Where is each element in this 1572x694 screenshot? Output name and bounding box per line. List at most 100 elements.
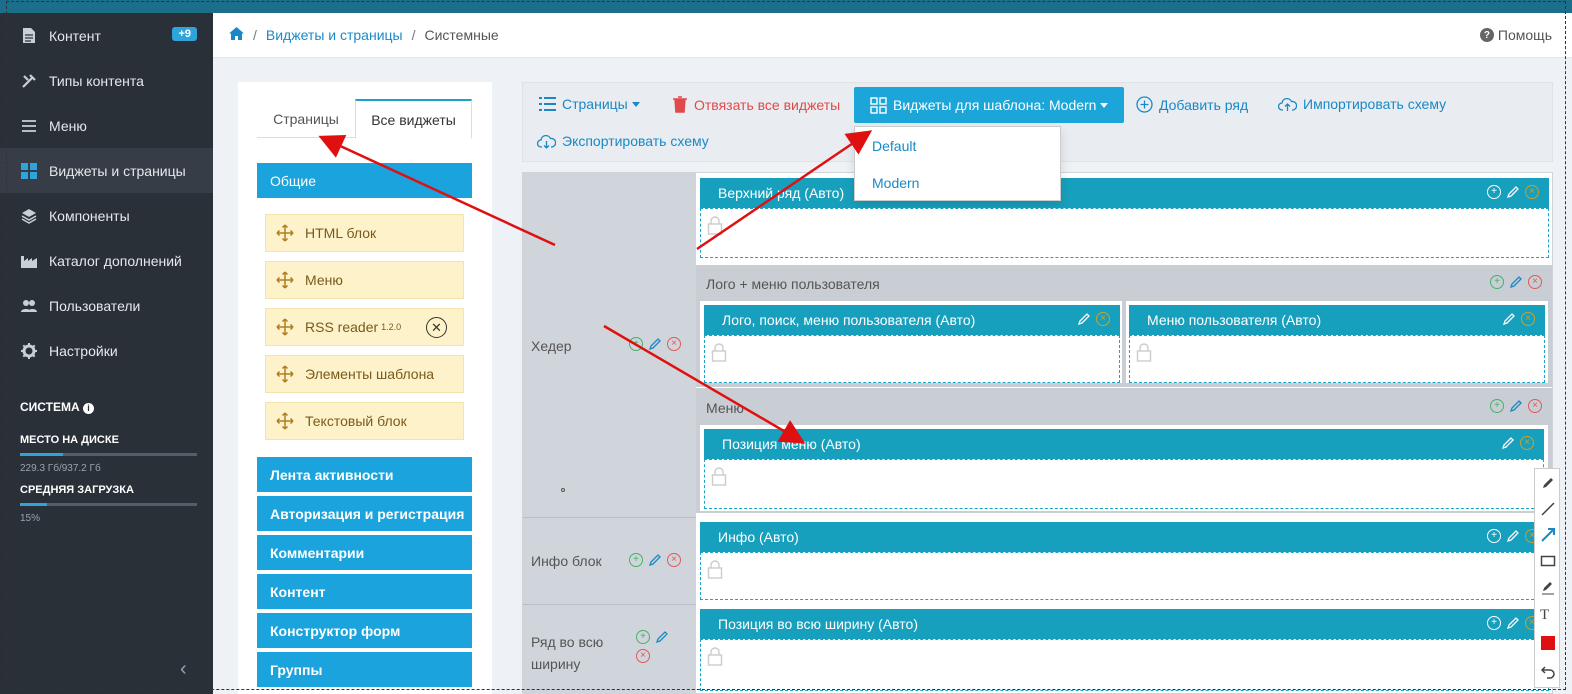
delete-icon[interactable]: ×: [1528, 399, 1542, 413]
collapse-sidebar-icon[interactable]: ‹: [180, 658, 187, 681]
widget-label: Элементы шаблона: [305, 366, 435, 382]
row-label: Инфо блок: [531, 553, 602, 569]
home-icon[interactable]: [229, 27, 244, 43]
edit-icon[interactable]: [655, 630, 669, 644]
widget-rss-reader[interactable]: RSS reader 1.2.0 ✕: [265, 308, 464, 346]
dot-marker: [561, 488, 565, 492]
edit-icon[interactable]: [1501, 436, 1515, 450]
unbind-all-button[interactable]: Отвязать все виджеты: [672, 96, 840, 113]
template-widgets-dropdown[interactable]: Виджеты для шаблона: Modern: [854, 87, 1125, 123]
category-activity-feed[interactable]: Лента активности: [257, 457, 472, 492]
hamburger-icon: [20, 117, 38, 135]
add-icon[interactable]: +: [1487, 185, 1501, 199]
lock-icon: [711, 342, 727, 362]
remove-icon[interactable]: ×: [1520, 436, 1534, 450]
category-groups[interactable]: Группы: [257, 652, 472, 687]
text-tool-icon[interactable]: T: [1540, 607, 1556, 623]
row-header-controls: + ×: [629, 337, 681, 351]
delete-icon[interactable]: ×: [667, 337, 681, 351]
color-picker-icon[interactable]: [1540, 635, 1556, 651]
section-controls: + ×: [1487, 616, 1539, 630]
marker-tool-icon[interactable]: [1540, 579, 1556, 595]
delete-icon[interactable]: ×: [1528, 275, 1542, 289]
dropzone-logo-search[interactable]: [704, 335, 1120, 383]
widget-template-elements[interactable]: Элементы шаблона: [265, 355, 464, 393]
edit-icon[interactable]: [1509, 275, 1523, 289]
pages-dropdown-button[interactable]: Страницы: [539, 96, 640, 112]
section-info: Инфо (Авто) + ×: [700, 522, 1549, 552]
sidebar-item-menu[interactable]: Меню: [0, 103, 213, 148]
row-header-label: Хедер + ×: [523, 173, 696, 518]
category-general[interactable]: Общие: [257, 163, 472, 198]
group-label: Меню: [706, 400, 744, 416]
edit-icon[interactable]: [1506, 529, 1520, 543]
add-icon[interactable]: +: [1487, 616, 1501, 630]
dropzone-top-row[interactable]: [700, 208, 1549, 258]
category-comments[interactable]: Комментарии: [257, 535, 472, 570]
dropzone-menu-position[interactable]: [704, 459, 1544, 509]
sidebar-item-label: Типы контента: [49, 72, 144, 89]
add-row-button[interactable]: Добавить ряд: [1136, 96, 1248, 113]
edit-icon[interactable]: [1506, 185, 1520, 199]
undo-icon[interactable]: [1540, 663, 1556, 679]
category-form-builder[interactable]: Конструктор форм: [257, 613, 472, 648]
dropzone-fullwidth[interactable]: [700, 639, 1549, 691]
dropzone-user-menu[interactable]: [1129, 335, 1545, 383]
add-icon[interactable]: +: [1490, 399, 1504, 413]
breadcrumb-widgets-pages[interactable]: Виджеты и страницы: [266, 27, 403, 43]
disk-label: МЕСТО НА ДИСКЕ: [20, 434, 119, 446]
layers-icon: [20, 207, 38, 225]
line-tool-icon[interactable]: [1540, 501, 1556, 517]
import-scheme-button[interactable]: Импортировать схему: [1278, 96, 1446, 112]
dropzone-info[interactable]: [700, 552, 1549, 600]
sidebar-item-components[interactable]: Компоненты: [0, 193, 213, 238]
pen-tool-icon[interactable]: [1540, 475, 1556, 491]
grid-icon: [20, 162, 38, 180]
remove-icon[interactable]: ×: [1521, 312, 1535, 326]
category-content[interactable]: Контент: [257, 574, 472, 609]
add-icon[interactable]: +: [1487, 529, 1501, 543]
add-icon[interactable]: +: [629, 337, 643, 351]
remove-icon[interactable]: ×: [1525, 185, 1539, 199]
sidebar-item-settings[interactable]: Настройки: [0, 328, 213, 373]
delete-icon[interactable]: ×: [636, 649, 650, 663]
edit-icon[interactable]: [1077, 312, 1091, 326]
sidebar-item-widgets-pages[interactable]: Виджеты и страницы: [0, 148, 213, 193]
edit-icon[interactable]: [1506, 616, 1520, 630]
remove-icon[interactable]: ×: [1096, 312, 1110, 326]
template-option-modern[interactable]: Modern: [872, 175, 919, 191]
tab-pages[interactable]: Страницы: [257, 99, 355, 138]
cloud-download-icon: [537, 134, 556, 149]
sidebar-item-content[interactable]: Контент +9: [0, 13, 213, 58]
widget-text-block[interactable]: Текстовый блок: [265, 402, 464, 440]
delete-icon[interactable]: ×: [667, 553, 681, 567]
arrow-tool-icon[interactable]: [1540, 527, 1556, 543]
section-controls: + ×: [1487, 529, 1539, 543]
row-info-label: Инфо блок + ×: [523, 518, 696, 605]
add-icon[interactable]: +: [636, 630, 650, 644]
group-label: Лого + меню пользователя: [706, 276, 880, 292]
edit-icon[interactable]: [648, 553, 662, 567]
rectangle-tool-icon[interactable]: [1540, 553, 1556, 569]
remove-icon[interactable]: ✕: [426, 317, 447, 338]
move-icon: [276, 365, 294, 383]
sidebar-item-content-types[interactable]: Типы контента: [0, 58, 213, 103]
edit-icon[interactable]: [1502, 312, 1516, 326]
edit-icon[interactable]: [1509, 399, 1523, 413]
widget-menu[interactable]: Меню: [265, 261, 464, 299]
row-label: Ряд во всю ширину: [531, 634, 604, 672]
edit-icon[interactable]: [648, 337, 662, 351]
export-scheme-button[interactable]: Экспортировать схему: [537, 133, 709, 149]
template-option-default[interactable]: Default: [872, 138, 916, 154]
widget-html-block[interactable]: HTML блок: [265, 214, 464, 252]
tab-all-widgets[interactable]: Все виджеты: [355, 99, 472, 139]
add-icon[interactable]: +: [1490, 275, 1504, 289]
breadcrumb: / Виджеты и страницы / Системные: [213, 27, 499, 43]
sidebar-item-users[interactable]: Пользователи: [0, 283, 213, 328]
help-link[interactable]: ? Помощь: [1479, 27, 1552, 43]
add-icon[interactable]: +: [629, 553, 643, 567]
sidebar-item-label: Настройки: [49, 342, 118, 359]
sidebar-item-addons-catalog[interactable]: Каталог дополнений: [0, 238, 213, 283]
template-dropdown-menu: Default Modern: [854, 126, 1061, 201]
category-auth[interactable]: Авторизация и регистрация: [257, 496, 472, 531]
